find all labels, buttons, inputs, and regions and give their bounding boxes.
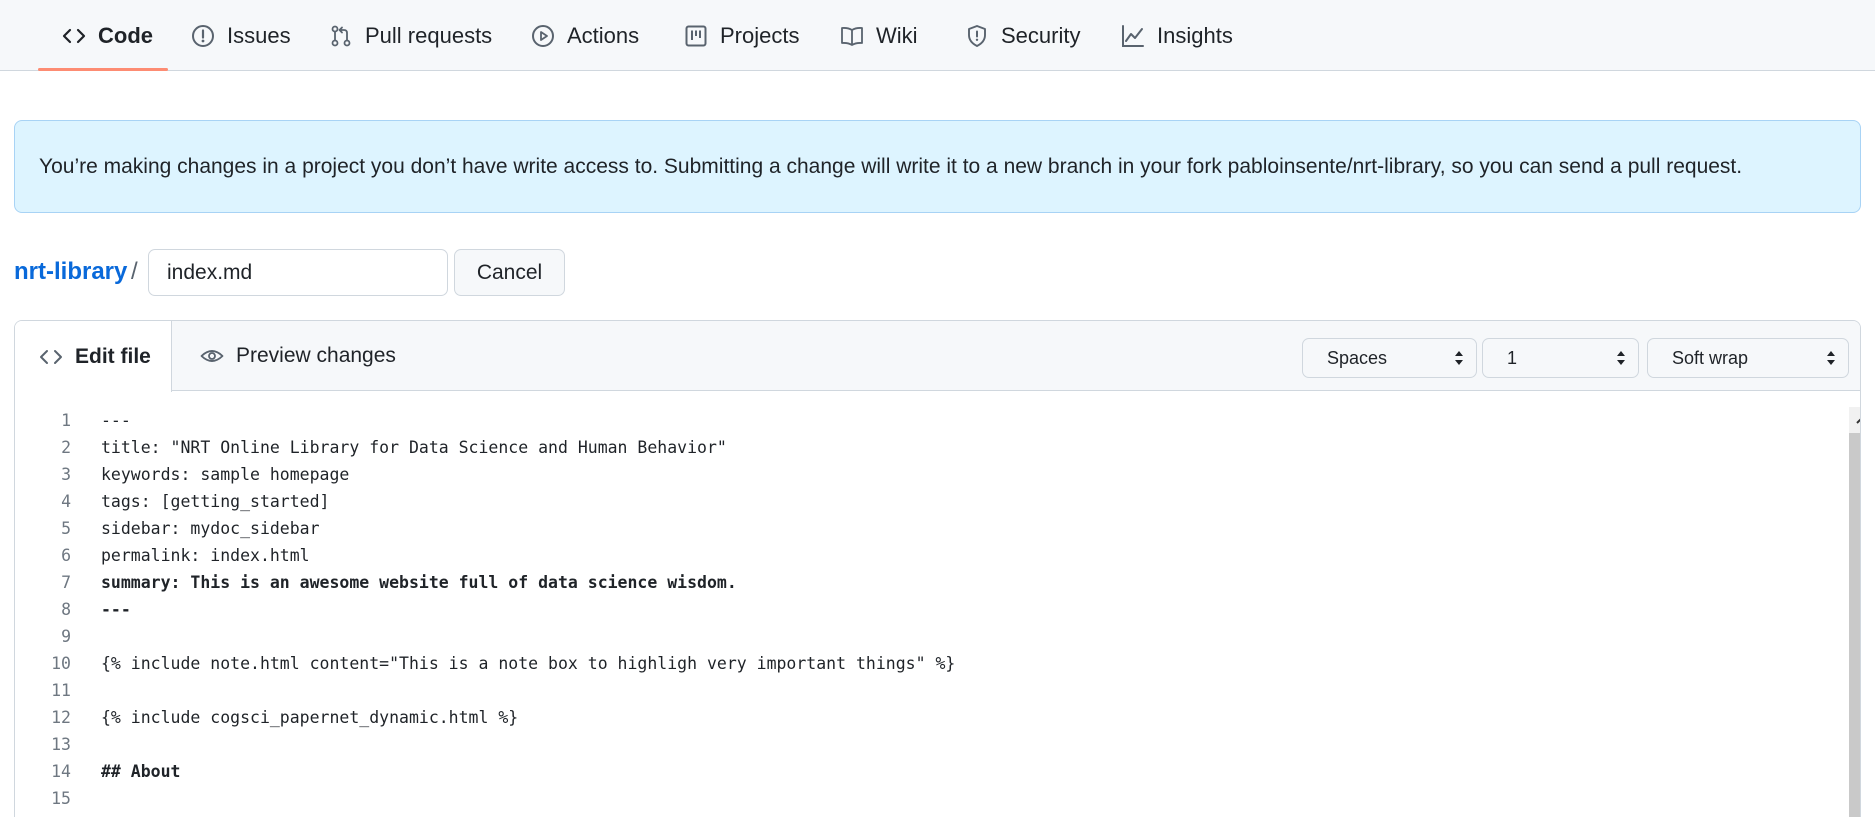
play-icon: [531, 24, 555, 48]
filename-input[interactable]: [148, 249, 448, 296]
tab-label: Issues: [227, 22, 291, 48]
code-line: 5 sidebar: mydoc_sidebar: [15, 515, 1830, 542]
code-line: 4 tags: [getting_started]: [15, 488, 1830, 515]
line-number: 2: [61, 438, 71, 457]
tab-label: Insights: [1157, 22, 1233, 48]
code-line: 14 ## About: [15, 758, 1830, 785]
repo-nav: Code Issues Pull requests Actions Projec…: [0, 0, 1875, 71]
code-line: 11: [15, 677, 1830, 704]
code-icon: [62, 24, 86, 48]
line-number: 11: [51, 681, 71, 700]
tab-pull-requests[interactable]: Pull requests: [329, 0, 492, 71]
line-text: title: "NRT Online Library for Data Scie…: [101, 438, 727, 457]
wrap-mode-select[interactable]: Soft wrap: [1647, 338, 1849, 378]
code-line: 6 permalink: index.html: [15, 542, 1830, 569]
line-text: tags: [getting_started]: [101, 492, 330, 511]
pull-request-icon: [329, 24, 353, 48]
eye-icon: [200, 344, 224, 368]
line-text: ---: [101, 411, 131, 430]
line-text: summary: This is an awesome website full…: [101, 573, 737, 592]
code-line: 1 ---: [15, 407, 1830, 434]
tab-label: Actions: [567, 22, 640, 48]
line-number: 6: [61, 546, 71, 565]
indent-mode-select[interactable]: Spaces: [1302, 338, 1477, 378]
line-text: permalink: index.html: [101, 546, 310, 565]
tab-label: Code: [98, 22, 153, 48]
code-icon: [39, 345, 63, 369]
line-text: sidebar: mydoc_sidebar: [101, 519, 320, 538]
line-number: 5: [61, 519, 71, 538]
code-line: 8 ---: [15, 596, 1830, 623]
tab-label: Security: [1001, 22, 1081, 48]
fork-notice-text: You’re making changes in a project you d…: [39, 154, 1743, 178]
file-editor: Edit file Preview changes Spaces 1 Soft …: [14, 320, 1861, 817]
indent-size-select[interactable]: 1: [1482, 338, 1639, 378]
select-caret-icon: [1617, 351, 1625, 365]
issue-icon: [191, 24, 215, 48]
line-text: keywords: sample homepage: [101, 465, 350, 484]
tab-projects[interactable]: Projects: [684, 0, 799, 71]
code-line: 2 title: "NRT Online Library for Data Sci…: [15, 434, 1830, 461]
tab-label: Preview changes: [236, 344, 396, 367]
cancel-button[interactable]: Cancel: [454, 249, 565, 296]
tab-label: Projects: [720, 22, 800, 48]
tab-issues[interactable]: Issues: [191, 0, 291, 71]
repo-link[interactable]: nrt-library: [14, 258, 127, 286]
tab-label: Edit file: [75, 344, 151, 368]
tab-preview-changes[interactable]: Preview changes: [200, 321, 396, 391]
code-line: 3 keywords: sample homepage: [15, 461, 1830, 488]
code-line: 9: [15, 623, 1830, 650]
shield-icon: [965, 24, 989, 48]
select-caret-icon: [1827, 351, 1835, 365]
line-number: 4: [61, 492, 71, 511]
code-line: 13: [15, 731, 1830, 758]
fork-notice-banner: You’re making changes in a project you d…: [14, 120, 1861, 213]
line-number: 7: [61, 573, 71, 592]
editor-scrollbar[interactable]: [1849, 407, 1860, 817]
tab-label: Wiki: [876, 22, 918, 48]
tab-code[interactable]: Code: [62, 0, 153, 71]
graph-icon: [1121, 24, 1145, 48]
line-number: 12: [51, 708, 71, 727]
code-line: 12 {% include cogsci_papernet_dynamic.htm…: [15, 704, 1830, 731]
line-number: 3: [61, 465, 71, 484]
tab-actions[interactable]: Actions: [531, 0, 639, 71]
wrap-mode-value: Soft wrap: [1672, 347, 1749, 368]
tab-security[interactable]: Security: [965, 0, 1080, 71]
line-number: 13: [51, 735, 71, 754]
line-text: ## About: [101, 762, 181, 781]
chevron-up-icon: [1855, 418, 1860, 424]
code-line: 15: [15, 785, 1830, 812]
indent-mode-value: Spaces: [1327, 347, 1388, 368]
code-line: 10 {% include note.html content="This is …: [15, 650, 1830, 677]
scroll-up-button[interactable]: [1849, 407, 1860, 433]
active-tab-indicator: [38, 68, 168, 71]
line-number: 14: [51, 762, 71, 781]
line-number: 9: [61, 627, 71, 646]
code-line: 7 summary: This is an awesome website ful…: [15, 569, 1830, 596]
line-number: 15: [51, 789, 71, 808]
line-text: {% include cogsci_papernet_dynamic.html …: [101, 708, 519, 727]
tab-label: Pull requests: [365, 22, 493, 48]
project-board-icon: [684, 24, 708, 48]
tab-insights[interactable]: Insights: [1121, 0, 1233, 71]
line-text: ---: [101, 600, 131, 619]
editor-toolbar: Edit file Preview changes Spaces 1 Soft …: [15, 321, 1860, 392]
select-caret-icon: [1455, 351, 1463, 365]
indent-size-value: 1: [1507, 347, 1518, 368]
tab-wiki[interactable]: Wiki: [840, 0, 918, 71]
line-number: 8: [61, 600, 71, 619]
line-number: 10: [51, 654, 71, 673]
line-text: {% include note.html content="This is a …: [101, 654, 956, 673]
tab-edit-file[interactable]: Edit file: [15, 321, 172, 392]
breadcrumb-separator: /: [131, 258, 138, 285]
book-icon: [840, 24, 864, 48]
line-number: 1: [61, 411, 71, 430]
